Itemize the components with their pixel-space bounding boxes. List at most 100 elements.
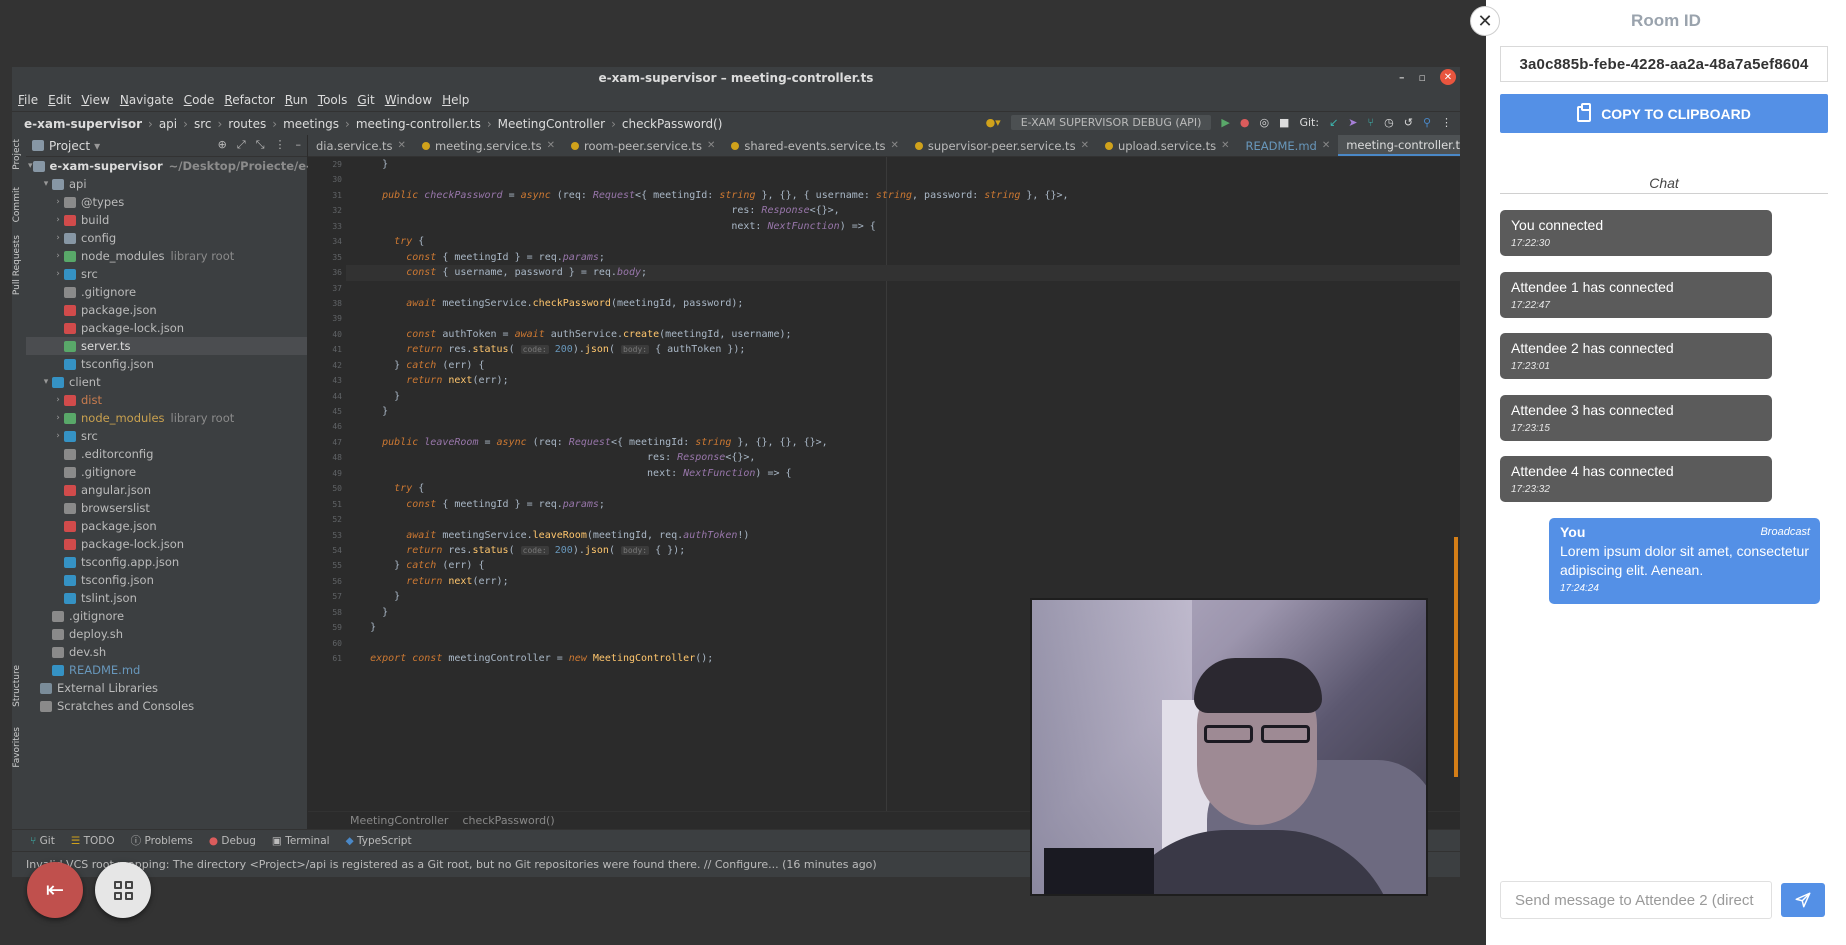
crumb: e-xam-supervisor <box>24 116 143 131</box>
tool-strip-left: Project Commit Pull Requests Structure F… <box>12 135 26 829</box>
more-icon: ⋮ <box>1441 116 1452 129</box>
tree-item: ▾ e-xam-supervisor ~/Desktop/Proiecte/e-xa… <box>28 159 412 173</box>
run-config-select: E-XAM SUPERVISOR DEBUG (API) <box>1010 115 1212 130</box>
crumb: routes <box>228 116 267 131</box>
crumb: MeetingController <box>497 116 606 131</box>
message-text: You connected <box>1511 217 1604 233</box>
room-id-field[interactable]: 3a0c885b-febe-4228-aa2a-48a7a5ef8604 <box>1500 46 1828 82</box>
tab-room-peer-service: room-peer.service.ts ✕ <box>563 135 723 156</box>
menu-file: File <box>18 93 39 107</box>
menu-run: Run <box>284 93 308 107</box>
strip-structure: Structure <box>12 665 22 707</box>
scroll-marker <box>1454 537 1458 777</box>
message-text: Attendee 1 has connected <box>1511 279 1674 295</box>
message-time: 17:23:15 <box>1511 423 1550 434</box>
message-time: 17:22:47 <box>1511 300 1550 311</box>
tree-item: › src <box>56 429 98 443</box>
room-id-title: Room ID <box>1631 11 1701 30</box>
menu-git: Git <box>357 93 375 107</box>
close-icon: ✕ <box>1477 10 1493 32</box>
ide-menubar: File Edit View Navigate Code Refactor Ru… <box>12 89 1460 111</box>
tree-item-selected: server.ts <box>26 337 307 355</box>
ide-breadcrumb: e-xam-supervisor › api › src › routes › meet… <box>12 111 1460 135</box>
terminal-tool: ▣ Terminal <box>271 834 330 847</box>
grid-view-button[interactable] <box>95 862 151 918</box>
strip-project: Project <box>12 139 22 170</box>
chat-message-input[interactable] <box>1500 881 1772 919</box>
tree-item: tsconfig.json <box>26 355 307 373</box>
tree-item: .gitignore <box>26 283 307 301</box>
git-label: Git: <box>1299 116 1320 129</box>
status-message: Invalid VCS root mapping: The directory … <box>26 858 877 871</box>
options-icon: ⋮ <box>274 138 286 151</box>
todo-tool: ☰ TODO <box>70 834 115 847</box>
message-time: 17:23:01 <box>1511 361 1550 372</box>
run-icon: ▶ <box>1221 116 1230 129</box>
hide-icon: – <box>295 138 302 151</box>
search-icon: ⚲ <box>1422 116 1431 129</box>
project-tree: ▾ e-xam-supervisor ~/Desktop/Proiecte/e-xa… <box>26 157 412 715</box>
menu-code: Code <box>183 93 215 107</box>
chat-message: You connected 17:22:30 <box>1500 210 1772 256</box>
message-time: 17:24:24 <box>1560 583 1599 594</box>
stop-icon: ■ <box>1279 116 1290 129</box>
message-time: 17:23:32 <box>1511 484 1550 495</box>
own-chat-message: You Broadcast Lorem ipsum dolor sit amet… <box>1549 518 1820 604</box>
tab-dia-service: dia.service.ts ✕ <box>316 138 406 153</box>
crumb: checkPassword() <box>462 814 555 827</box>
tab-readme: README.md ✕ <box>1245 138 1331 153</box>
tree-item: › src <box>56 267 98 281</box>
close-window-icon: ✕ <box>1440 69 1456 85</box>
tree-item: package-lock.json <box>26 319 307 337</box>
close-panel-button[interactable]: ✕ <box>1470 6 1500 36</box>
menu-navigate: Navigate <box>119 93 174 107</box>
tree-item: › build <box>56 213 110 227</box>
chat-message: Attendee 3 has connected 17:23:15 <box>1500 395 1772 441</box>
menu-view: View <box>81 93 110 107</box>
line-numbers: 29 30 31 32 33 34 35 36 37 38 39 40 41 42 43 44 45 46 47 48… <box>332 160 342 663</box>
chat-title: Chat <box>1500 175 1828 194</box>
tree-item: › config <box>56 231 117 245</box>
tree-item: tslint.json <box>26 589 307 607</box>
menu-edit: Edit <box>48 93 72 107</box>
crumb: meetings <box>283 116 340 131</box>
maximize-icon: ▫ <box>1418 70 1426 84</box>
locate-icon: ⊕ <box>217 138 227 151</box>
strip-commit: Commit <box>12 187 22 223</box>
strip-favorites: Favorites <box>12 727 22 768</box>
git-tool: ⑂ Git <box>30 834 55 847</box>
coverage-icon: ◎ <box>1259 116 1270 129</box>
copy-label: COPY TO CLIPBOARD <box>1601 105 1751 122</box>
message-scope: Broadcast <box>1760 526 1810 538</box>
git-branch-icon: ⑂ <box>1367 116 1375 129</box>
debug-icon: ● <box>1239 116 1250 129</box>
chat-message: Attendee 1 has connected 17:22:47 <box>1500 272 1772 318</box>
tab-meeting-service: meeting.service.ts ✕ <box>414 135 563 156</box>
message-time: 17:22:30 <box>1511 238 1550 249</box>
rollback-icon: ↺ <box>1403 116 1413 129</box>
crumb: src <box>193 116 212 131</box>
project-panel: Project ▾ ⊕ ⤢ ⤡ ⋮ – ▾ e-xam-supervisor ~/D… <box>26 135 412 829</box>
chevron-down-icon: ▾ <box>94 138 101 153</box>
ide-window-title: e-xam-supervisor – meeting-controller.ts <box>598 71 874 85</box>
message-text: Attendee 3 has connected <box>1511 402 1674 418</box>
tab-shared-events-service: shared-events.service.ts ✕ <box>723 135 906 156</box>
history-icon: ◷ <box>1384 116 1394 129</box>
tree-item: package.json <box>26 301 307 319</box>
strip-pull-requests: Pull Requests <box>12 235 22 296</box>
tab-upload-service: upload.service.ts ✕ <box>1097 135 1238 156</box>
typescript-tool: ◆ TypeScript <box>345 834 412 847</box>
tree-item: tsconfig.app.json <box>26 553 307 571</box>
tree-item: ▾ api <box>43 177 87 191</box>
send-button[interactable] <box>1781 883 1825 917</box>
leave-meeting-button[interactable]: ⇤ <box>27 862 83 918</box>
chat-message: Attendee 4 has connected 17:23:32 <box>1500 456 1772 502</box>
tree-item: › dist <box>56 393 102 407</box>
crumb: MeetingController <box>350 814 449 827</box>
send-icon <box>1795 892 1811 908</box>
copy-to-clipboard-button[interactable]: COPY TO CLIPBOARD <box>1500 94 1828 133</box>
git-update-icon: ↙ <box>1329 116 1339 129</box>
tree-item: dev.sh <box>26 643 307 661</box>
crumb: checkPassword() <box>621 116 723 131</box>
tab-meeting-controller: meeting-controller.ts✕ <box>1338 135 1460 156</box>
